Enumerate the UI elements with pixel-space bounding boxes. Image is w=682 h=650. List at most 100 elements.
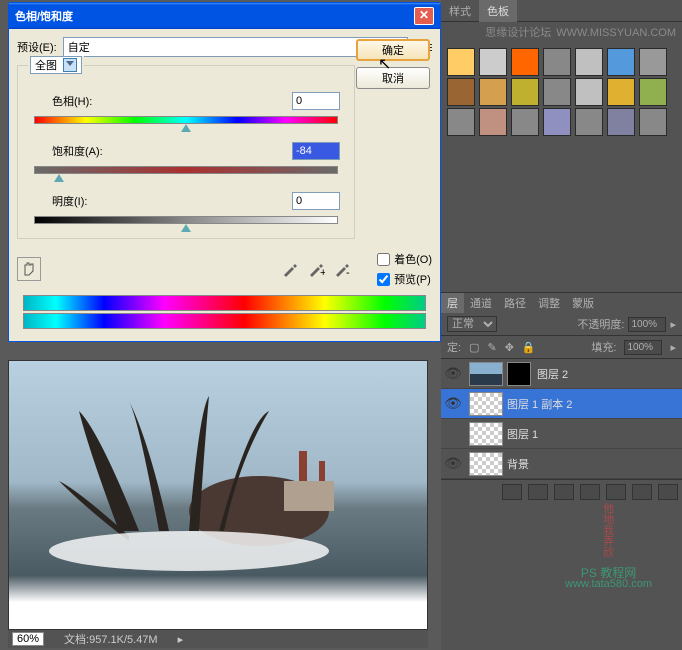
hue-thumb[interactable] — [181, 119, 191, 132]
eyedropper-add-icon[interactable]: + — [307, 260, 325, 278]
swatch[interactable] — [447, 108, 475, 136]
layer-row[interactable]: 👁 背景 — [441, 449, 682, 479]
link-layers-button[interactable] — [502, 484, 522, 500]
layer-thumbnail[interactable] — [469, 452, 503, 476]
swatch[interactable] — [607, 78, 635, 106]
tab-swatches[interactable]: 色板 — [479, 0, 517, 22]
tab-channels[interactable]: 通道 — [464, 293, 498, 313]
fill-arrow-icon[interactable]: ▸ — [670, 341, 676, 354]
right-sidebar: 样式 色板 思缘设计论坛 WWW.MISSYUAN.COM 层 通道 路径 调整… — [441, 0, 682, 650]
opacity-label: 不透明度: — [577, 316, 624, 332]
lock-move-icon[interactable]: ✥ — [505, 341, 514, 354]
swatch[interactable] — [511, 108, 539, 136]
saturation-input[interactable] — [292, 142, 340, 160]
opacity-arrow-icon[interactable]: ▸ — [670, 318, 676, 331]
layer-name: 图层 1 — [507, 426, 682, 442]
swatch-grid — [441, 42, 682, 142]
preset-label: 预设(E): — [17, 39, 57, 55]
lock-brush-icon[interactable]: ✎ — [487, 341, 496, 354]
swatch[interactable] — [479, 48, 507, 76]
fx-button[interactable] — [528, 484, 548, 500]
zoom-value[interactable]: 60% — [12, 632, 44, 646]
blend-mode-select[interactable]: 正常 — [447, 316, 497, 332]
layer-thumbnail[interactable] — [469, 392, 503, 416]
tab-layers[interactable]: 层 — [441, 293, 464, 313]
colorize-checkbox[interactable] — [377, 253, 390, 266]
eyedropper-icon[interactable] — [281, 260, 299, 278]
swatch[interactable] — [447, 78, 475, 106]
hue-input[interactable] — [292, 92, 340, 110]
swatch[interactable] — [511, 78, 539, 106]
swatch[interactable] — [639, 78, 667, 106]
layer-thumbnail[interactable] — [469, 362, 503, 386]
saturation-slider[interactable] — [34, 166, 338, 174]
cancel-button[interactable]: 取消 — [356, 67, 430, 89]
doc-label: 文档: — [64, 634, 89, 646]
status-bar: 60% 文档:957.1K/5.47M ▸ — [8, 630, 428, 648]
swatch[interactable] — [543, 78, 571, 106]
visibility-eye-icon[interactable]: 👁 — [441, 455, 465, 472]
cursor-icon: ↖ — [378, 54, 391, 74]
swatch[interactable] — [479, 78, 507, 106]
new-layer-button[interactable] — [632, 484, 652, 500]
visibility-eye-icon[interactable]: 👁 — [441, 395, 465, 412]
swatch[interactable] — [607, 108, 635, 136]
canvas-artwork — [39, 391, 339, 571]
swatch[interactable] — [447, 48, 475, 76]
hue-strip — [23, 295, 426, 311]
layer-mask-thumbnail[interactable] — [507, 362, 531, 386]
hand-tool-icon[interactable] — [17, 257, 41, 281]
lock-label: 定: — [447, 339, 461, 355]
layer-list: 👁 图层 2👁 图层 1 副本 2 图层 1👁 背景 — [441, 359, 682, 479]
tab-adjust[interactable]: 调整 — [532, 293, 566, 313]
ok-button[interactable]: 确定 — [356, 39, 430, 61]
close-button[interactable]: ✕ — [414, 7, 434, 25]
layer-name: 图层 1 副本 2 — [507, 396, 682, 412]
hue-slider[interactable] — [34, 116, 338, 124]
layer-name: 背景 — [507, 456, 682, 472]
colorize-checkbox-row[interactable]: 着色(O) — [377, 251, 432, 267]
swatch[interactable] — [575, 108, 603, 136]
layers-panel: 层 通道 路径 调整 蒙版 正常 不透明度: 100% ▸ 定: ▢ ✎ ✥ 🔒… — [441, 292, 682, 504]
tab-styles[interactable]: 样式 — [441, 0, 479, 22]
layers-tabs: 层 通道 路径 调整 蒙版 — [441, 293, 682, 313]
opacity-value[interactable]: 100% — [628, 317, 666, 332]
canvas-area[interactable] — [8, 360, 428, 630]
tab-masks[interactable]: 蒙版 — [566, 293, 600, 313]
layer-thumbnail[interactable] — [469, 422, 503, 446]
swatch[interactable] — [639, 108, 667, 136]
tab-paths[interactable]: 路径 — [498, 293, 532, 313]
swatch[interactable] — [543, 48, 571, 76]
swatch[interactable] — [607, 48, 635, 76]
layer-buttons — [441, 479, 682, 504]
status-arrow-icon[interactable]: ▸ — [178, 633, 184, 646]
eyedropper-subtract-icon[interactable]: - — [333, 260, 351, 278]
scope-select[interactable]: 全图 — [30, 56, 82, 74]
lightness-slider[interactable] — [34, 216, 338, 224]
layer-row[interactable]: 👁 图层 1 副本 2 — [441, 389, 682, 419]
layer-row[interactable]: 👁 图层 2 — [441, 359, 682, 389]
trash-button[interactable] — [658, 484, 678, 500]
fill-value[interactable]: 100% — [624, 340, 662, 355]
swatch[interactable] — [479, 108, 507, 136]
preview-checkbox-row[interactable]: 预览(P) — [377, 271, 432, 287]
lock-transparent-icon[interactable]: ▢ — [469, 341, 479, 354]
adjust-layer-button[interactable] — [580, 484, 600, 500]
lock-row: 定: ▢ ✎ ✥ 🔒 填充: 100% ▸ — [441, 336, 682, 359]
lightness-input[interactable] — [292, 192, 340, 210]
group-button[interactable] — [606, 484, 626, 500]
saturation-thumb[interactable] — [54, 169, 64, 182]
swatch[interactable] — [639, 48, 667, 76]
lightness-thumb[interactable] — [181, 219, 191, 232]
mask-button[interactable] — [554, 484, 574, 500]
lock-all-icon[interactable]: 🔒 — [522, 341, 536, 354]
swatch[interactable] — [511, 48, 539, 76]
dialog-titlebar[interactable]: 色相/饱和度 ✕ — [9, 3, 440, 29]
layer-row[interactable]: 图层 1 — [441, 419, 682, 449]
preview-checkbox[interactable] — [377, 273, 390, 286]
swatch[interactable] — [543, 108, 571, 136]
dialog-title: 色相/饱和度 — [15, 8, 414, 24]
swatch[interactable] — [575, 48, 603, 76]
swatch[interactable] — [575, 78, 603, 106]
visibility-eye-icon[interactable]: 👁 — [441, 365, 465, 382]
